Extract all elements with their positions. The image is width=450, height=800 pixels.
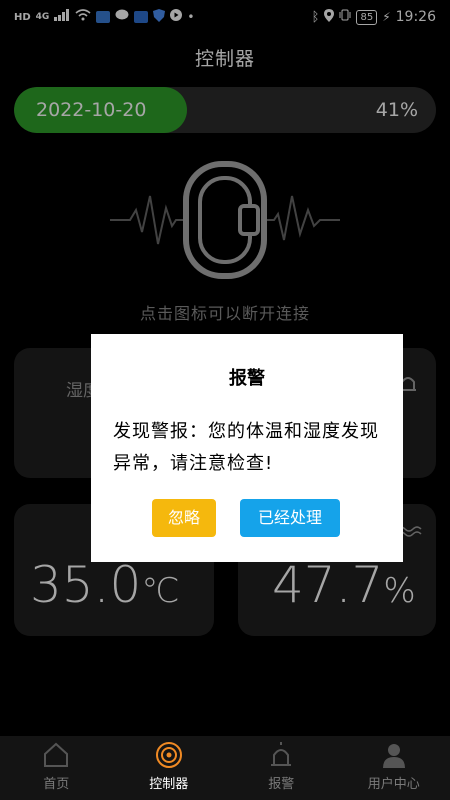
nav-item-home[interactable]: 首页 — [0, 736, 113, 800]
alarm-dialog: 报警 发现警报：您的体温和湿度发现异常，请注意检查! 忽略 已经处理 — [91, 334, 403, 562]
user-icon — [382, 744, 405, 768]
handled-button[interactable]: 已经处理 — [240, 499, 340, 537]
home-icon — [44, 742, 69, 767]
nav-item-alarm[interactable]: 报警 — [225, 736, 338, 800]
nav-label-home: 首页 — [43, 777, 70, 792]
signal-broadcast-icon — [155, 742, 182, 768]
nav-label-alarm: 报警 — [268, 777, 295, 792]
bottom-nav: 首页 控制器 报警 用户中心 — [0, 736, 450, 800]
nav-item-controller[interactable]: 控制器 — [113, 736, 226, 800]
ignore-button[interactable]: 忽略 — [152, 499, 216, 537]
nav-label-user-center: 用户中心 — [367, 777, 420, 792]
alarm-icon — [271, 742, 292, 766]
nav-item-user-center[interactable]: 用户中心 — [338, 736, 450, 800]
nav-label-controller: 控制器 — [149, 777, 189, 792]
dialog-title: 报警 — [229, 368, 265, 389]
dialog-message: 发现警报：您的体温和湿度发现异常，请注意检查! — [113, 421, 379, 474]
